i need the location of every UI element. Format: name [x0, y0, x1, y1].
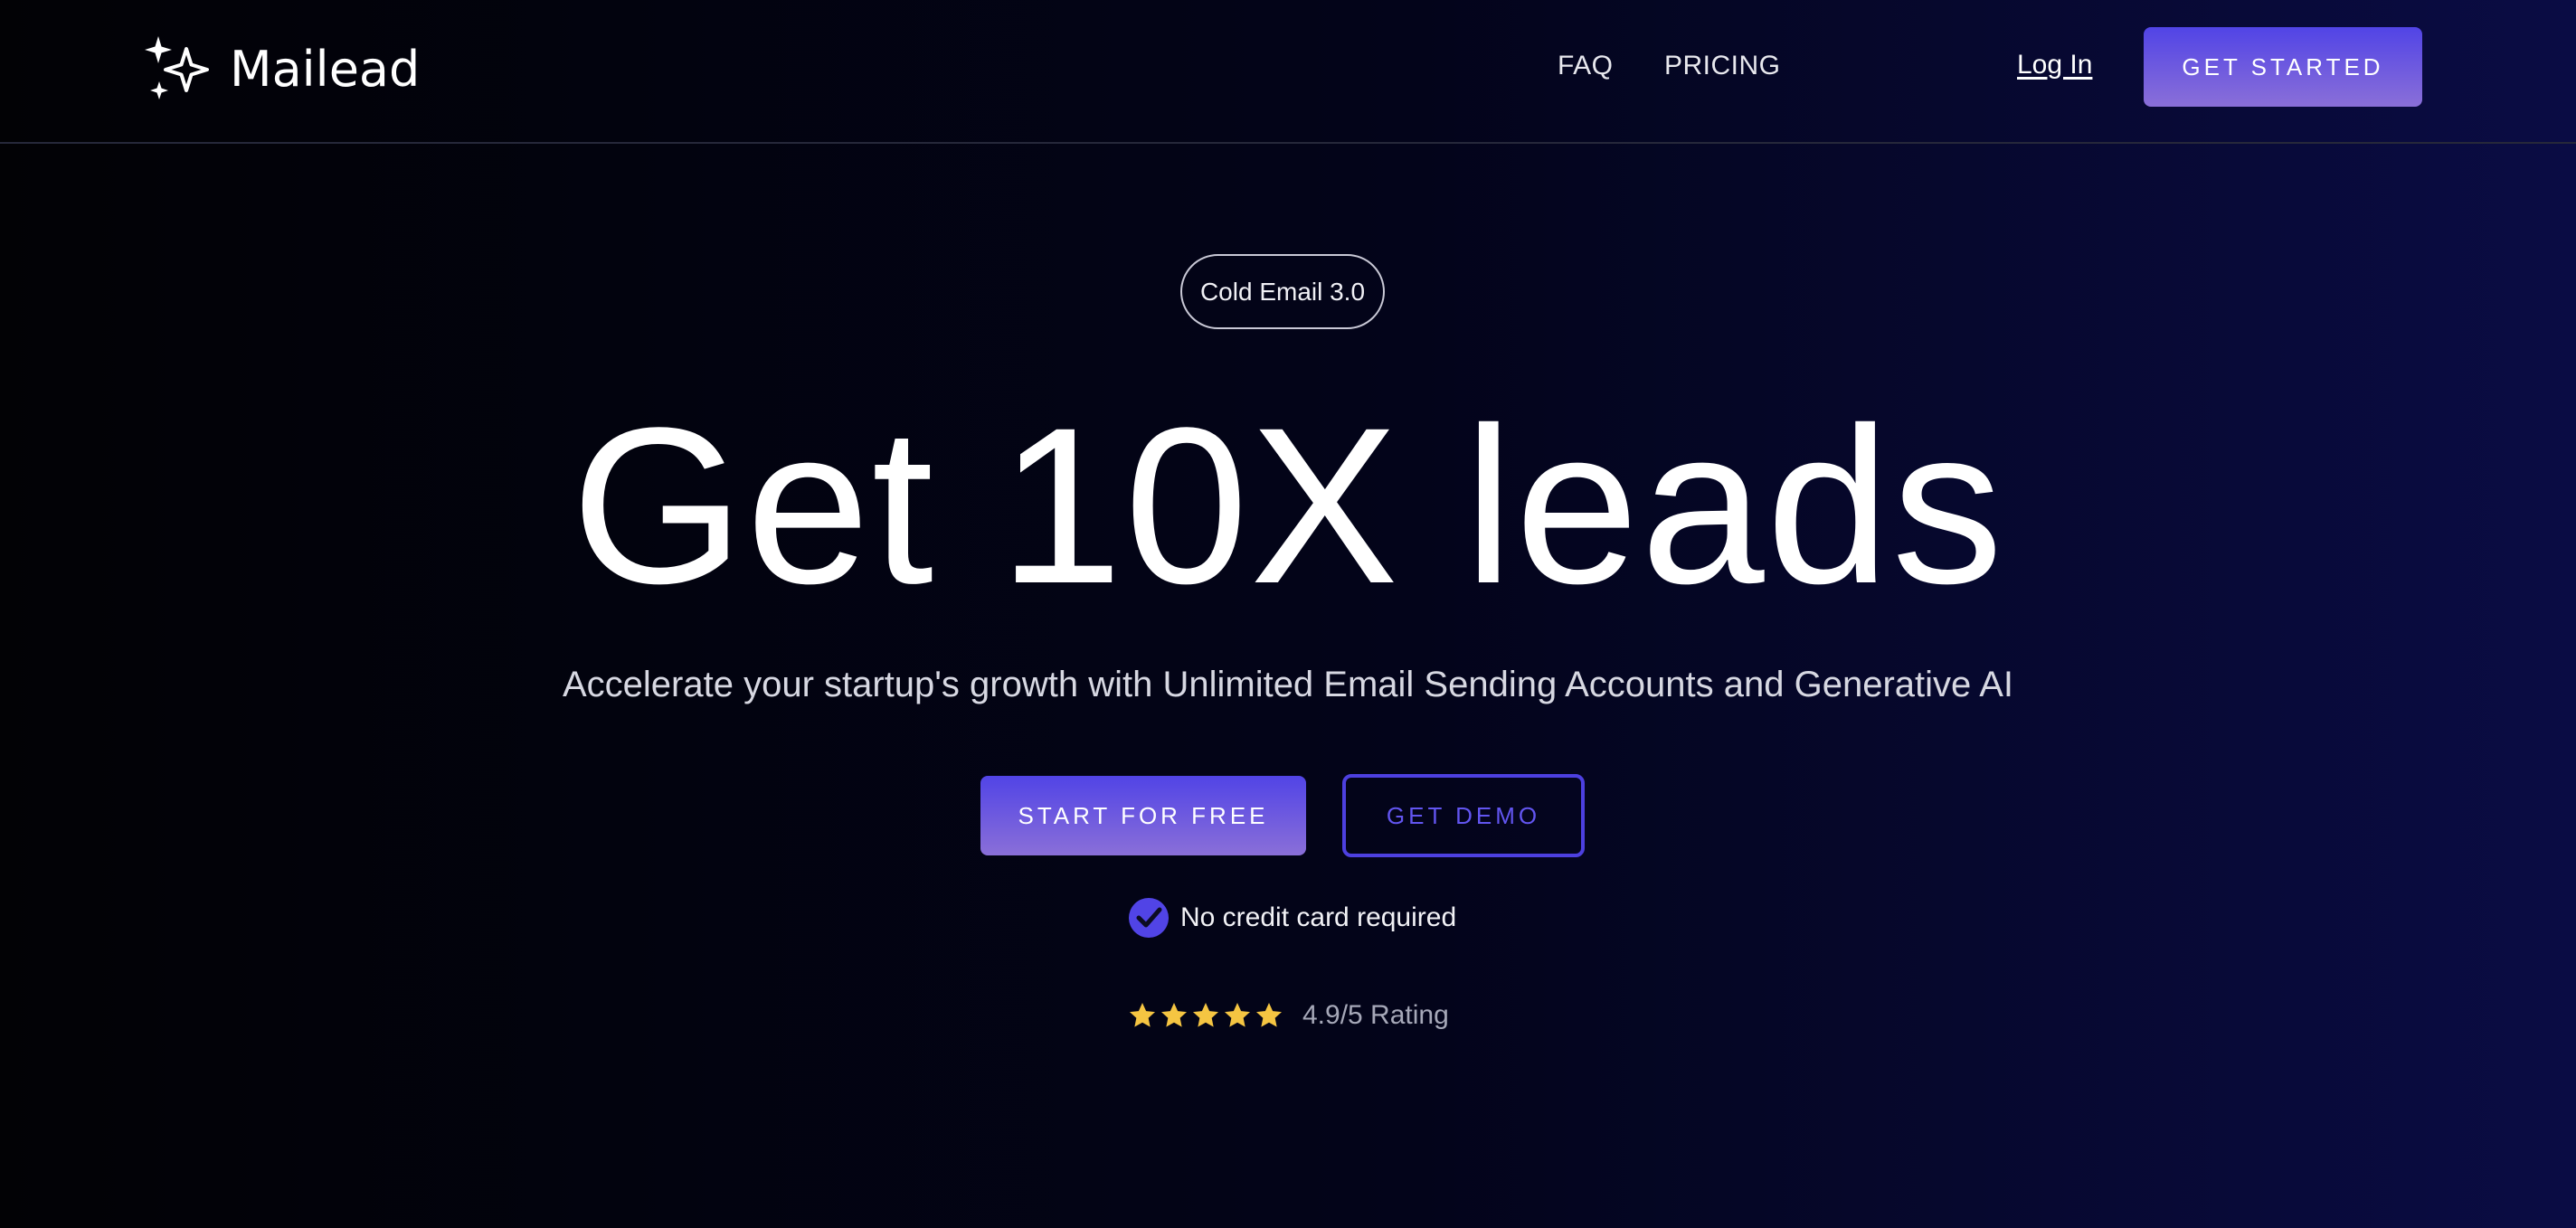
star-icon: [1225, 1003, 1250, 1027]
nav-link-faq[interactable]: FAQ: [1558, 51, 1614, 81]
hero-subheadline: Accelerate your startup's growth with Un…: [562, 665, 2013, 704]
check-circle-icon: [1129, 898, 1169, 938]
rating-summary: 4.9/5 Rating: [1128, 995, 1449, 1036]
no-credit-card-text: No credit card required: [1180, 902, 1457, 932]
rating-text: 4.9/5 Rating: [1302, 1000, 1449, 1030]
hero-headline: Get 10X leads: [571, 382, 2005, 630]
brand-logo[interactable]: Mailead: [143, 34, 420, 103]
start-for-free-button[interactable]: START FOR FREE: [980, 776, 1306, 855]
brand-name: Mailead: [230, 40, 421, 98]
no-credit-card-note: No credit card required: [1128, 896, 1456, 940]
star-icon: [1193, 1003, 1218, 1027]
version-badge: Cold Email 3.0: [1180, 254, 1385, 329]
rating-stars: [1128, 1001, 1286, 1030]
star-icon: [1256, 1003, 1282, 1027]
star-icon: [1161, 1003, 1187, 1027]
nav-link-pricing[interactable]: PRICING: [1664, 51, 1781, 81]
get-started-button[interactable]: GET STARTED: [2144, 27, 2422, 107]
sparkles-icon: [145, 36, 209, 99]
star-icon: [1130, 1003, 1155, 1027]
login-link[interactable]: Log In: [2017, 50, 2092, 80]
top-navigation: Mailead FAQ PRICING Log In GET STARTED: [0, 0, 2576, 144]
get-demo-button[interactable]: GET DEMO: [1342, 774, 1585, 857]
